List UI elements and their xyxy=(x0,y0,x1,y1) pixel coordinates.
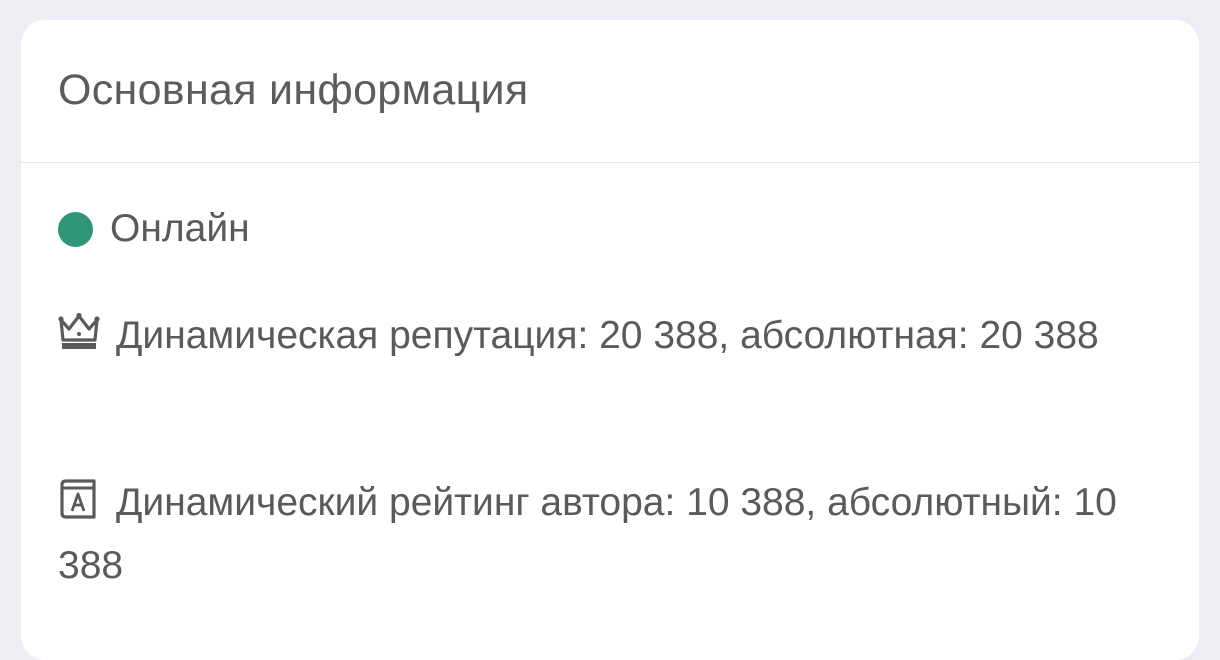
main-info-card: Основная информация Онлайн Динамическая … xyxy=(21,20,1199,660)
card-header: Основная информация xyxy=(21,20,1199,163)
reputation-text: Динамическая репутация: 20 388, абсолютн… xyxy=(116,314,1099,357)
card-title: Основная информация xyxy=(58,65,529,114)
book-icon xyxy=(60,479,96,519)
crown-icon xyxy=(58,312,100,349)
online-status: Онлайн xyxy=(58,206,250,252)
author-rating-info: Динамический рейтинг автора: 10 388, абс… xyxy=(58,471,1168,597)
author-rating-text: Динамический рейтинг автора: 10 388, абс… xyxy=(58,481,1117,587)
status-dot-icon xyxy=(58,211,93,247)
status-label: Онлайн xyxy=(110,207,250,250)
reputation-info: Динамическая репутация: 20 388, абсолютн… xyxy=(58,304,1168,367)
